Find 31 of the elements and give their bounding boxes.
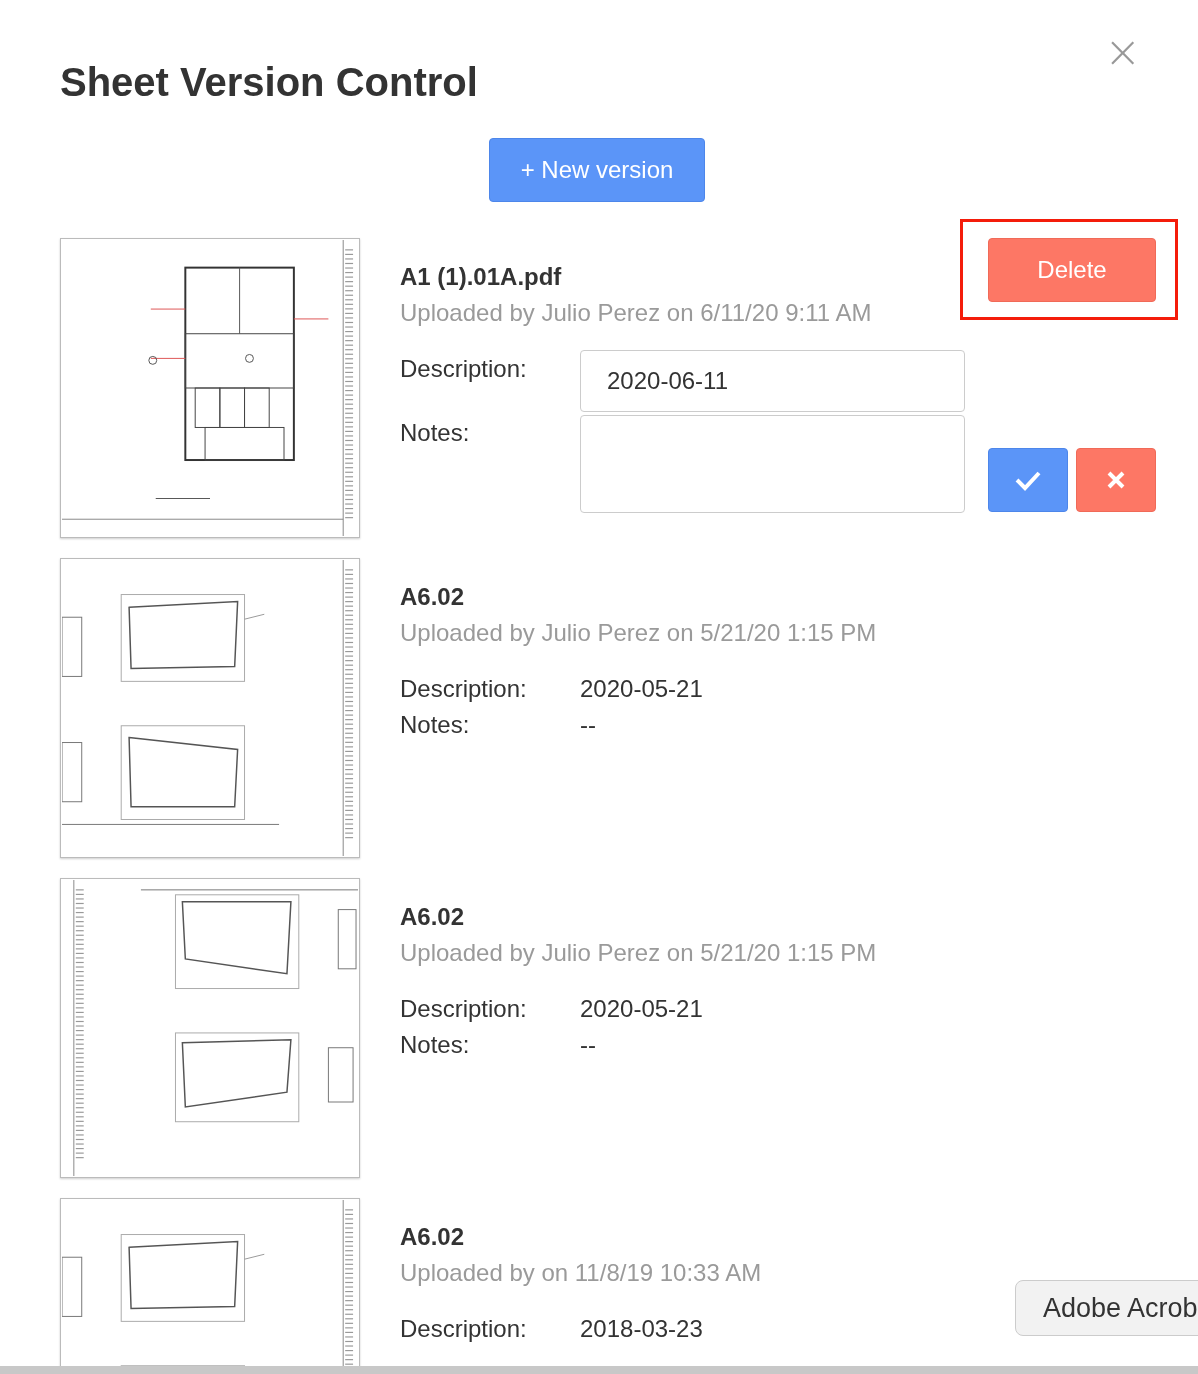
notes-label: Notes: [400, 710, 471, 740]
save-button[interactable] [988, 448, 1068, 512]
upload-info: Uploaded by Julio Perez on 5/21/20 1:15 PM [400, 938, 878, 968]
notes-label: Notes: [400, 1030, 471, 1060]
description-label: Description: [400, 674, 528, 704]
description-value: 2020-05-21 [580, 994, 704, 1024]
cancel-button[interactable] [1076, 448, 1156, 512]
upload-info: Uploaded by Julio Perez on 6/11/20 9:11 AM [400, 298, 873, 328]
upload-info: Uploaded by on 11/8/19 10:33 AM [400, 1258, 763, 1288]
notes-value: -- [580, 1030, 597, 1060]
tooltip: Adobe Acrob [1015, 1280, 1198, 1336]
close-button[interactable]: × [1104, 30, 1141, 74]
description-label: Description: [400, 994, 528, 1024]
file-name: A6.02 [400, 1222, 466, 1252]
notes-field[interactable] [580, 415, 965, 513]
close-icon [1106, 470, 1126, 490]
dialog-title: Sheet Version Control [60, 59, 478, 106]
upload-info: Uploaded by Julio Perez on 5/21/20 1:15 PM [400, 618, 878, 648]
file-name: A6.02 [400, 582, 466, 612]
description-value: 2018-03-23 [580, 1314, 704, 1344]
notes-value: -- [580, 710, 597, 740]
description-label: Description: [400, 354, 528, 384]
description-value: 2020-05-21 [580, 674, 704, 704]
file-name: A1 (1).01A.pdf [400, 262, 563, 292]
delete-button[interactable]: Delete [988, 238, 1156, 302]
description-field[interactable]: 2020-06-11 [580, 350, 965, 412]
file-name: A6.02 [400, 902, 466, 932]
check-icon [1014, 469, 1042, 491]
description-label: Description: [400, 1314, 528, 1344]
new-version-button[interactable]: + New version [489, 138, 705, 202]
notes-label: Notes: [400, 418, 471, 448]
